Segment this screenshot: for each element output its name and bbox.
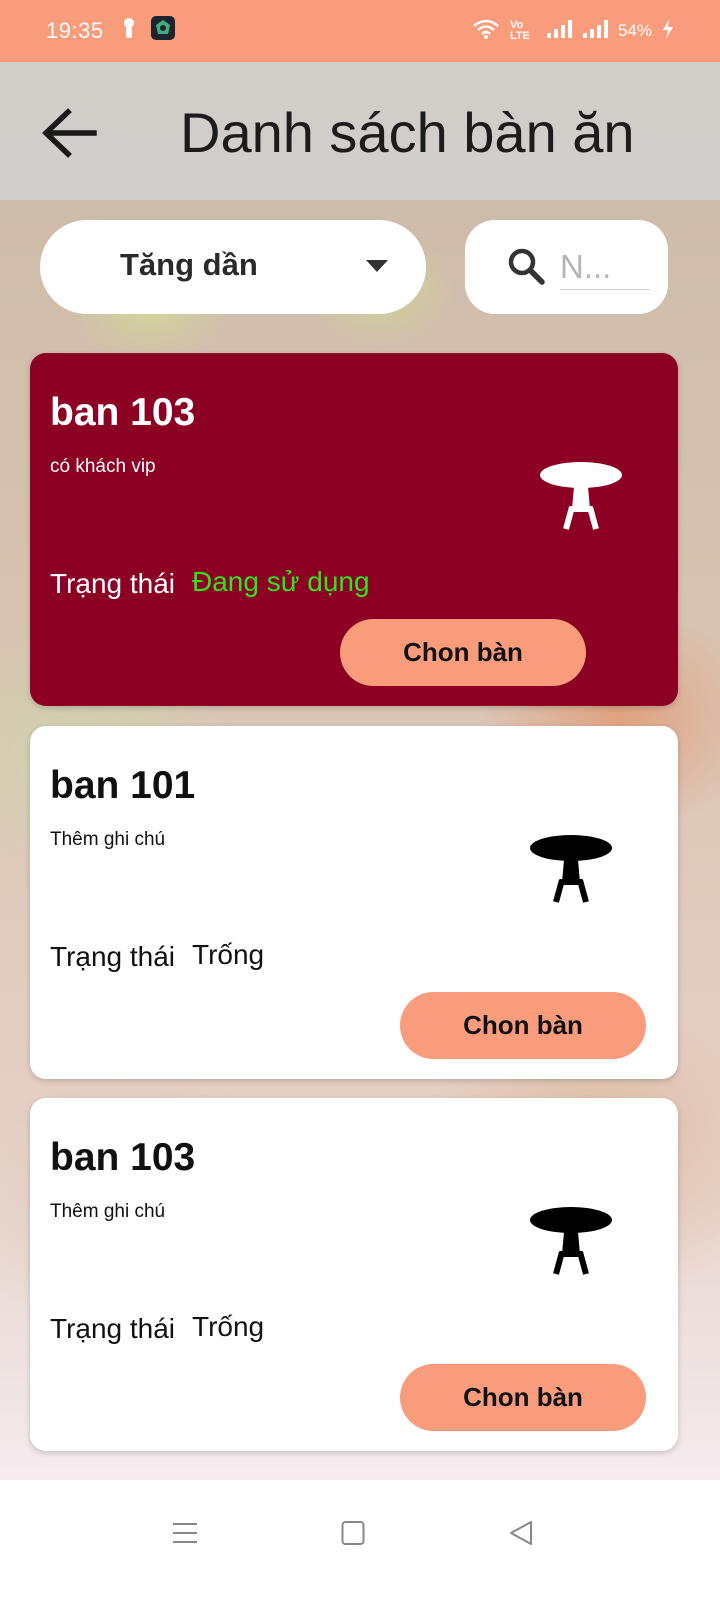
notification-icon — [122, 17, 136, 45]
sort-dropdown[interactable]: Tăng dần — [40, 220, 426, 314]
table-name: ban 103 — [50, 1136, 196, 1179]
triangle-back-icon — [510, 1521, 532, 1545]
table-note: Thêm ghi chú — [50, 1201, 166, 1222]
search-icon — [508, 248, 545, 285]
page-title: Danh sách bàn ăn — [180, 101, 635, 164]
dining-table-icon — [540, 462, 622, 530]
volte-label: Vo LTE — [509, 19, 530, 42]
choose-table-button[interactable]: Chon bàn — [340, 619, 586, 686]
status-bar: 19:35 Vo LTE 54% — [0, 0, 720, 62]
caret-down-icon — [366, 260, 388, 272]
status-time: 19:35 — [46, 18, 104, 43]
dining-table-icon — [530, 835, 612, 903]
app-notification-icon — [150, 15, 176, 47]
sort-selected-value: Tăng dần — [120, 247, 258, 282]
status-label: Trạng thái — [50, 1313, 176, 1344]
home-button[interactable] — [341, 1520, 365, 1551]
charging-icon — [662, 18, 674, 44]
status-label: Trạng thái — [50, 568, 176, 599]
signal-icon-2 — [582, 19, 608, 44]
table-card[interactable]: ban 103 Thêm ghi chú Trạng thái Trống Ch… — [30, 1098, 678, 1451]
table-card[interactable]: ban 103 có khách vip Trạng thái Đang sử … — [30, 353, 678, 706]
table-name: ban 101 — [50, 764, 196, 807]
signal-icon — [546, 19, 572, 44]
recents-button[interactable] — [172, 1520, 198, 1551]
status-value: Trống — [192, 1311, 265, 1342]
search-box — [465, 220, 668, 314]
table-card[interactable]: ban 101 Thêm ghi chú Trạng thái Trống Ch… — [30, 726, 678, 1079]
wifi-icon — [472, 18, 500, 45]
dining-table-icon — [530, 1207, 612, 1275]
choose-table-button[interactable]: Chon bàn — [400, 1364, 646, 1431]
table-name: ban 103 — [50, 391, 196, 434]
navigation-bar — [0, 1480, 720, 1600]
battery-level: 54% — [617, 21, 652, 40]
table-note: Thêm ghi chú — [50, 829, 166, 850]
table-note: có khách vip — [50, 456, 156, 477]
search-input[interactable] — [560, 244, 650, 290]
back-nav-button[interactable] — [508, 1520, 534, 1551]
choose-table-button[interactable]: Chon bàn — [400, 992, 646, 1059]
back-button[interactable] — [40, 104, 98, 162]
status-value: Trống — [192, 939, 265, 970]
status-value: Đang sử dụng — [192, 566, 370, 597]
app-bar: Danh sách bàn ăn — [0, 62, 720, 200]
arrow-left-icon — [42, 108, 97, 158]
menu-icon — [173, 1523, 197, 1543]
status-label: Trạng thái — [50, 941, 176, 972]
square-icon — [341, 1521, 365, 1545]
